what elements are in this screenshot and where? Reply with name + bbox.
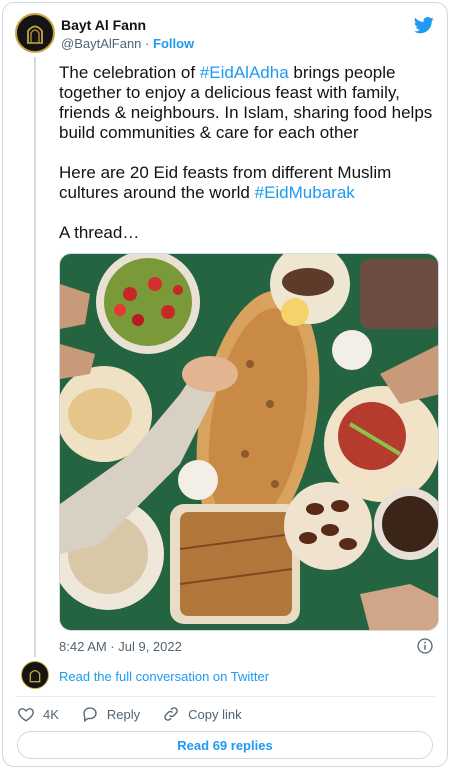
action-bar: 4K Reply Copy link (17, 705, 264, 723)
embedded-tweet-card: Bayt Al Fann @BaytAlFann · Follow The ce… (2, 2, 448, 767)
separator-dot: · (145, 36, 150, 51)
info-icon[interactable] (417, 638, 433, 654)
feast-photo-illustration (60, 254, 438, 630)
thread-label: A thread… (59, 223, 140, 242)
hashtag-eidaladha[interactable]: #EidAlAdha (200, 63, 289, 82)
reply-button[interactable]: Reply (81, 705, 140, 723)
like-button[interactable]: 4K (17, 705, 59, 723)
copy-link-button[interactable]: Copy link (162, 705, 242, 723)
tweet-text-segment: The celebration of (59, 63, 200, 82)
hashtag-eidmubarak[interactable]: #EidMubarak (255, 183, 355, 202)
tweet-text: The celebration of #EidAlAdha brings peo… (59, 63, 437, 243)
copy-link-label: Copy link (188, 706, 242, 722)
like-count: 4K (43, 706, 59, 722)
author-avatar[interactable] (15, 13, 55, 53)
twitter-bird-icon[interactable] (413, 15, 435, 35)
tweet-photo[interactable] (59, 253, 439, 631)
reply-bubble-icon (83, 707, 97, 723)
read-replies-button[interactable]: Read 69 replies (17, 731, 433, 759)
mosque-arch-logo-icon (29, 670, 41, 683)
link-icon (164, 707, 178, 721)
tweet-text-segment: brings people together to enjoy a delici… (59, 63, 433, 202)
read-full-conversation-link[interactable]: Read the full conversation on Twitter (59, 669, 269, 684)
author-handle[interactable]: @BaytAlFann (61, 36, 141, 51)
heart-icon (18, 708, 34, 722)
author-handle-row: @BaytAlFann · Follow (61, 36, 194, 51)
tweet-timestamp[interactable]: 8:42 AM · Jul 9, 2022 (59, 639, 182, 654)
thread-connector-line (34, 57, 36, 657)
author-name[interactable]: Bayt Al Fann (61, 17, 146, 33)
mosque-arch-logo-icon (27, 25, 43, 44)
divider (15, 696, 435, 697)
conversation-avatar[interactable] (21, 661, 49, 689)
reply-label: Reply (106, 706, 141, 722)
follow-link[interactable]: Follow (153, 36, 194, 51)
